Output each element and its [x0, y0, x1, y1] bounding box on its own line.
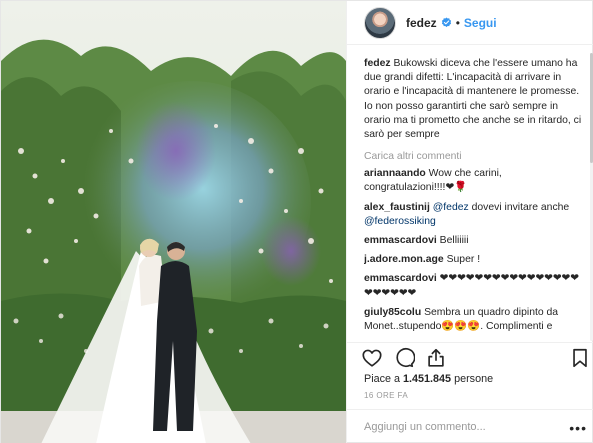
follow-button[interactable]: Segui [464, 16, 497, 30]
comment-mention[interactable]: @fedez [433, 202, 469, 213]
likes-count[interactable]: Piace a 1.451.845 persone [364, 373, 493, 385]
comment-text: Belliiiii [439, 235, 469, 247]
instagram-post: fedez • Segui fedez Bukowski diceva che … [0, 0, 593, 443]
post-header: fedez • Segui [347, 1, 593, 45]
more-options-icon[interactable]: ••• [569, 420, 587, 436]
comment-item: j.adore.mon.age Super ! [364, 253, 586, 267]
post-timestamp[interactable]: 16 ORE FA [364, 391, 408, 400]
comment-mention[interactable]: @federossiking [364, 216, 436, 227]
add-comment-bar: ••• [347, 409, 593, 443]
comment-icon[interactable] [393, 347, 415, 369]
share-icon[interactable] [425, 347, 447, 369]
post-photo[interactable] [1, 1, 346, 443]
caption-username[interactable]: fedez [364, 58, 391, 69]
comment-username[interactable]: j.adore.mon.age [364, 254, 444, 265]
caption-text: Bukowski diceva che l'essere umano ha du… [364, 58, 582, 141]
likes-prefix: Piace a [364, 373, 401, 385]
verified-icon [441, 17, 451, 28]
comment-item: emmascardovi ❤❤❤❤❤❤❤❤❤❤❤❤❤❤❤❤❤❤❤❤❤❤ [364, 272, 586, 300]
comment-username[interactable]: alex_faustinij [364, 202, 430, 213]
wedding-photo-illustration [1, 1, 346, 443]
post-sidebar: fedez • Segui fedez Bukowski diceva che … [346, 1, 593, 443]
comment-item: ariannaando Wow che carini, congratulazi… [364, 167, 586, 195]
comment-item: emmascardovi Belliiiii [364, 234, 586, 248]
comment-item: alex_faustinij @fedez dovevi invitare an… [364, 201, 586, 229]
heart-icon[interactable] [361, 347, 383, 369]
likes-suffix: persone [454, 373, 494, 385]
post-caption: fedez Bukowski diceva che l'essere umano… [364, 57, 586, 142]
comment-item: giuly85colu Sembra un quadro dipinto da … [364, 306, 586, 334]
author-username[interactable]: fedez [406, 16, 437, 30]
bookmark-icon[interactable] [569, 347, 591, 369]
header-separator: • [455, 15, 460, 30]
comments-list[interactable]: fedez Bukowski diceva che l'essere umano… [364, 51, 586, 341]
comment-username[interactable]: ariannaando [364, 168, 426, 179]
likes-number: 1.451.845 [403, 373, 452, 385]
action-bar [347, 342, 593, 372]
comment-username[interactable]: emmascardovi [364, 273, 437, 284]
comment-text: Super ! [446, 254, 481, 266]
comment-username[interactable]: giuly85colu [364, 307, 421, 318]
load-more-comments-button[interactable]: Carica altri commenti [364, 151, 586, 162]
comments-scrollbar[interactable] [589, 53, 593, 341]
comment-username[interactable]: emmascardovi [364, 235, 437, 246]
comment-text: dovevi invitare anche [471, 201, 570, 213]
avatar[interactable] [364, 6, 396, 39]
add-comment-input[interactable] [364, 421, 554, 433]
